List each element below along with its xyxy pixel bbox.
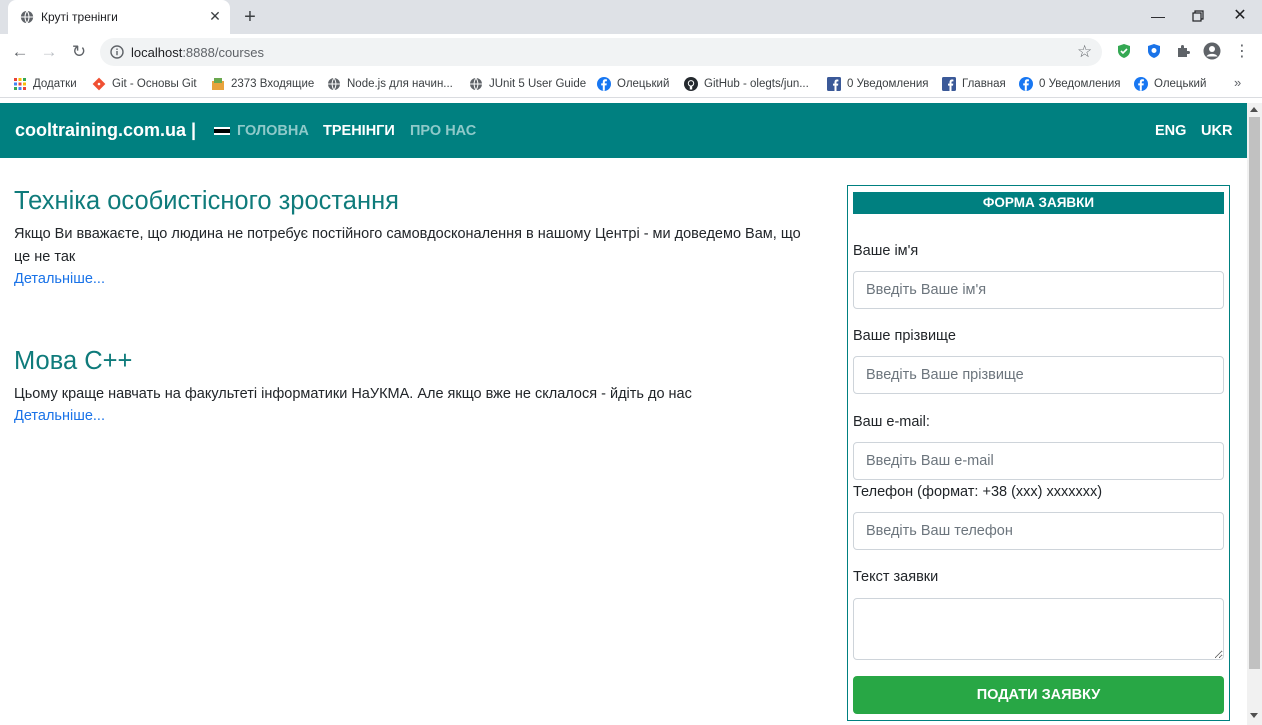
facebook-icon [597, 77, 611, 91]
more-bookmarks-icon[interactable]: » [1234, 75, 1241, 90]
apps-grid-icon [14, 78, 26, 90]
flag-icon [214, 127, 230, 135]
form-header: ФОРМА ЗАЯВКИ [853, 192, 1224, 214]
kebab-menu-icon[interactable]: ⋮ [1232, 42, 1252, 62]
name-input[interactable] [853, 271, 1224, 309]
phone-label: Телефон (формат: +38 (xxx) xxxxxxx) [853, 484, 1103, 500]
globe-icon [328, 77, 340, 91]
forward-arrow-icon[interactable]: → [39, 42, 59, 62]
bookmark-facebook-1[interactable]: Олецький [597, 76, 669, 92]
puzzle-extensions-icon[interactable] [1175, 43, 1191, 59]
email-label: Ваш e-mail: [853, 414, 930, 430]
tab-strip: Круті тренінги ✕ + — ✕ [0, 0, 1262, 34]
browser-tab[interactable]: Круті тренінги ✕ [8, 0, 230, 34]
shield-extension-icon[interactable] [1116, 43, 1132, 59]
site-brand[interactable]: cooltraining.com.ua | [15, 120, 196, 141]
scroll-thumb[interactable] [1249, 117, 1260, 669]
submit-button[interactable]: ПОДАТИ ЗАЯВКУ [853, 676, 1224, 714]
bookmark-label: Олецький [1154, 78, 1207, 90]
url-text: localhost:8888/courses [131, 45, 264, 60]
bookmark-home[interactable]: Главная [942, 76, 1006, 92]
email-input[interactable] [853, 442, 1224, 480]
close-window-icon[interactable]: ✕ [1230, 6, 1250, 26]
globe-icon [470, 77, 482, 91]
github-icon [684, 77, 698, 91]
bookmark-git[interactable]: Git - Основы Git [92, 76, 197, 92]
course-details-link[interactable]: Детальніше... [14, 406, 105, 426]
lang-eng[interactable]: ENG [1155, 123, 1186, 139]
lang-ukr[interactable]: UKR [1201, 123, 1232, 139]
bookmark-junit[interactable]: JUnit 5 User Guide [469, 76, 586, 92]
application-form: ФОРМА ЗАЯВКИ Ваше ім'я Ваше прізвище Ваш… [847, 185, 1230, 721]
bookmark-label: Додатки [33, 78, 77, 90]
profile-avatar-icon[interactable] [1203, 42, 1221, 60]
message-label: Текст заявки [853, 569, 939, 585]
facebook-square-icon [942, 77, 956, 91]
browser-toolbar: ← → ↻ localhost:8888/courses ☆ ⋮ [0, 34, 1262, 70]
restore-icon[interactable] [1188, 6, 1208, 26]
bookmark-label: 0 Уведомления [1039, 78, 1121, 90]
minimize-icon[interactable]: — [1148, 6, 1168, 26]
bookmark-notifications-1[interactable]: 0 Уведомления [827, 76, 929, 92]
bookmark-label: Git - Основы Git [112, 78, 197, 90]
bookmark-label: 2373 Входящие [231, 78, 315, 90]
page-viewport: cooltraining.com.ua | ГОЛОВНА ТРЕНІНГИ П… [0, 103, 1247, 725]
nav-link-trainings[interactable]: ТРЕНІНГИ [323, 123, 395, 139]
close-tab-icon[interactable]: ✕ [207, 8, 223, 24]
bookmark-github[interactable]: GitHub - olegts/jun... [684, 76, 809, 92]
bookmark-label: JUnit 5 User Guide [489, 78, 587, 90]
bookmark-label: GitHub - olegts/jun... [704, 78, 809, 90]
nav-link-about[interactable]: ПРО НАС [410, 123, 476, 139]
surname-label: Ваше прізвище [853, 328, 956, 344]
message-textarea[interactable] [853, 598, 1224, 660]
facebook-square-icon [827, 77, 841, 91]
course-description: Якщо Ви вважаєте, що людина не потребує … [14, 226, 801, 265]
bookmark-mail[interactable]: 2373 Входящие [211, 76, 314, 92]
course-title: Техніка особистісного зростання [14, 187, 399, 215]
new-tab-icon[interactable]: + [240, 7, 260, 27]
scroll-down-arrow-icon[interactable] [1250, 713, 1258, 718]
mail-icon [212, 78, 224, 90]
bookmark-label: Node.js для начин... [347, 78, 453, 90]
bookmark-label: Главная [962, 78, 1006, 90]
facebook-icon [1019, 77, 1033, 91]
course-title: Мова С++ [14, 347, 133, 375]
nav-link-home[interactable]: ГОЛОВНА [237, 123, 309, 139]
tab-title: Круті тренінги [41, 10, 118, 24]
course-item: Мова С++ Цьому краще навчать на факульте… [14, 346, 814, 426]
address-bar[interactable]: localhost:8888/courses ☆ [100, 38, 1102, 66]
bookmark-star-icon[interactable]: ☆ [1077, 42, 1092, 62]
bookmark-label: 0 Уведомления [847, 78, 929, 90]
facebook-icon [1134, 77, 1148, 91]
info-icon[interactable] [110, 45, 124, 59]
course-description: Цьому краще навчать на факультеті інформ… [14, 386, 692, 402]
bookmark-apps[interactable]: Додатки [13, 76, 77, 92]
bookmarks-bar: Додатки Git - Основы Git 2373 Входящие N… [0, 70, 1262, 98]
surname-input[interactable] [853, 356, 1224, 394]
bookmark-facebook-2[interactable]: Олецький [1134, 76, 1206, 92]
vpn-extension-icon[interactable] [1146, 43, 1162, 59]
bookmark-label: Олецький [617, 78, 670, 90]
page-scrollbar[interactable] [1247, 103, 1262, 725]
git-icon [92, 77, 106, 91]
bookmark-nodejs[interactable]: Node.js для начин... [327, 76, 453, 92]
reload-icon[interactable]: ↻ [69, 42, 89, 62]
site-navbar: cooltraining.com.ua | ГОЛОВНА ТРЕНІНГИ П… [0, 103, 1247, 158]
back-arrow-icon[interactable]: ← [10, 42, 30, 62]
name-label: Ваше ім'я [853, 243, 919, 259]
course-details-link[interactable]: Детальніше... [14, 269, 105, 289]
scroll-up-arrow-icon[interactable] [1250, 107, 1258, 112]
phone-input[interactable] [853, 512, 1224, 550]
course-item: Техніка особистісного зростання Якщо Ви … [14, 186, 814, 289]
bookmark-notifications-2[interactable]: 0 Уведомления [1019, 76, 1121, 92]
globe-icon [20, 10, 34, 24]
